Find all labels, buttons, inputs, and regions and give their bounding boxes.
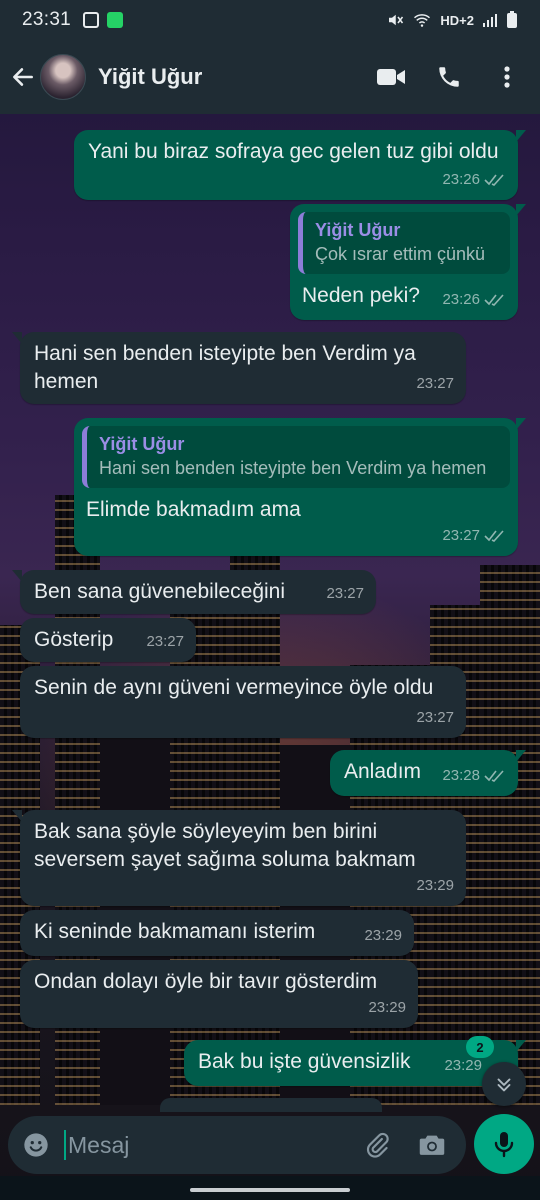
message-bubble-outgoing-reply[interactable]: Yiğit Uğur Çok ısrar ettim çünkü Neden p… <box>290 204 526 320</box>
battery-icon <box>507 11 517 28</box>
quoted-text: Hani sen benden isteyipte ben Verdim ya … <box>99 458 487 478</box>
camera-icon[interactable] <box>418 1132 446 1158</box>
quoted-message[interactable]: Yiğit Uğur Çok ısrar ettim çünkü <box>298 212 510 274</box>
message-bubble-outgoing[interactable]: Anladım 23:28 <box>330 750 526 796</box>
scroll-down-icon <box>497 1078 511 1092</box>
message-input[interactable]: Mesaj <box>68 1132 129 1159</box>
more-options-button[interactable] <box>490 60 524 94</box>
chat-header: Yiğit Uğur <box>0 40 540 114</box>
partial-message-bubble <box>160 1098 382 1112</box>
message-bubble-incoming[interactable]: Bak sana şöyle söyleyeyim ben birini sev… <box>12 810 466 906</box>
back-arrow-icon <box>13 68 33 86</box>
message-bubble-incoming[interactable]: Hani sen benden isteyipte ben Verdim ya … <box>12 332 466 404</box>
video-call-button[interactable] <box>374 60 408 94</box>
double-check-icon <box>484 530 504 542</box>
message-text: Hani sen benden isteyipte ben Verdim ya … <box>34 342 416 393</box>
status-bar: 23:31 HD+2 <box>0 0 540 40</box>
contact-avatar[interactable] <box>40 54 86 100</box>
message-bubble-incoming[interactable]: Ben sana güvenebileceğini 23:27 <box>12 570 376 614</box>
status-time: 23:31 <box>22 9 72 30</box>
attach-icon[interactable] <box>364 1132 390 1158</box>
signal-icon <box>483 14 497 27</box>
gallery-notification-icon <box>83 12 100 28</box>
message-bubble-outgoing-reply[interactable]: Yiğit Uğur Hani sen benden isteyipte ben… <box>74 418 526 556</box>
quoted-sender: Yiğit Uğur <box>99 434 185 454</box>
voice-message-button[interactable] <box>474 1114 534 1174</box>
scroll-to-bottom-button[interactable] <box>482 1062 526 1106</box>
message-bubble-incoming[interactable]: Senin de aynı güveni vermeyince öyle old… <box>20 666 466 738</box>
app-notification-icon <box>107 12 124 28</box>
quoted-sender: Yiğit Uğur <box>315 220 401 240</box>
message-text: Ondan dolayı öyle bir tavır gösterdim <box>34 970 378 993</box>
message-bubble-incoming[interactable]: Ki seninde bakmamanı isterim 23:29 <box>20 910 414 956</box>
message-text: Bak sana şöyle söyleyeyim ben birini sev… <box>34 820 416 871</box>
network-type: HD+2 <box>440 12 474 28</box>
message-time: 23:26 <box>442 171 480 188</box>
voice-call-icon <box>439 67 459 87</box>
message-time: 23:29 <box>416 877 454 894</box>
double-check-icon <box>484 174 504 186</box>
message-bubble-incoming[interactable]: Ondan dolayı öyle bir tavır gösterdim 23… <box>20 960 418 1028</box>
unread-count-badge: 2 <box>466 1036 494 1058</box>
back-button[interactable] <box>8 62 38 92</box>
message-bubble-outgoing[interactable]: Yani bu biraz sofraya gec gelen tuz gibi… <box>74 130 526 200</box>
message-text: Ben sana güvenebileceğini <box>34 580 286 603</box>
message-time: 23:26 <box>442 291 480 308</box>
mute-icon <box>389 14 404 26</box>
emoji-icon[interactable] <box>22 1131 50 1159</box>
double-check-icon <box>484 770 504 782</box>
text-cursor <box>64 1130 66 1160</box>
message-time: 23:27 <box>416 709 454 726</box>
message-time: 23:29 <box>364 927 402 944</box>
system-nav-bar <box>0 1176 540 1200</box>
message-text: Elimde bakmadım ama <box>86 498 301 521</box>
video-call-icon <box>377 69 405 85</box>
message-text: Ki seninde bakmamanı isterim <box>34 920 316 943</box>
quoted-text: Çok ısrar ettim çünkü <box>315 244 486 264</box>
message-composer[interactable]: Mesaj <box>8 1116 466 1174</box>
voice-call-button[interactable] <box>432 60 466 94</box>
double-check-icon <box>484 294 504 306</box>
message-time: 23:28 <box>442 767 480 784</box>
home-gesture-handle[interactable] <box>190 1188 350 1192</box>
contact-name[interactable]: Yiğit Uğur <box>98 64 202 90</box>
more-options-icon <box>504 66 510 88</box>
wifi-icon <box>414 14 431 27</box>
message-bubble-incoming[interactable]: Gösterip 23:27 <box>20 618 196 662</box>
message-time: 23:27 <box>416 375 454 392</box>
message-time: 23:29 <box>368 999 406 1016</box>
message-text: Yani bu biraz sofraya gec gelen tuz gibi… <box>88 140 499 163</box>
message-list[interactable]: Yani bu biraz sofraya gec gelen tuz gibi… <box>0 114 540 1106</box>
message-time: 23:27 <box>326 585 364 602</box>
message-time: 23:27 <box>442 527 480 544</box>
message-text: Senin de aynı güveni vermeyince öyle old… <box>34 676 434 699</box>
mic-icon <box>494 1132 514 1158</box>
message-time: 23:27 <box>146 633 184 650</box>
quoted-message[interactable]: Yiğit Uğur Hani sen benden isteyipte ben… <box>82 426 510 488</box>
